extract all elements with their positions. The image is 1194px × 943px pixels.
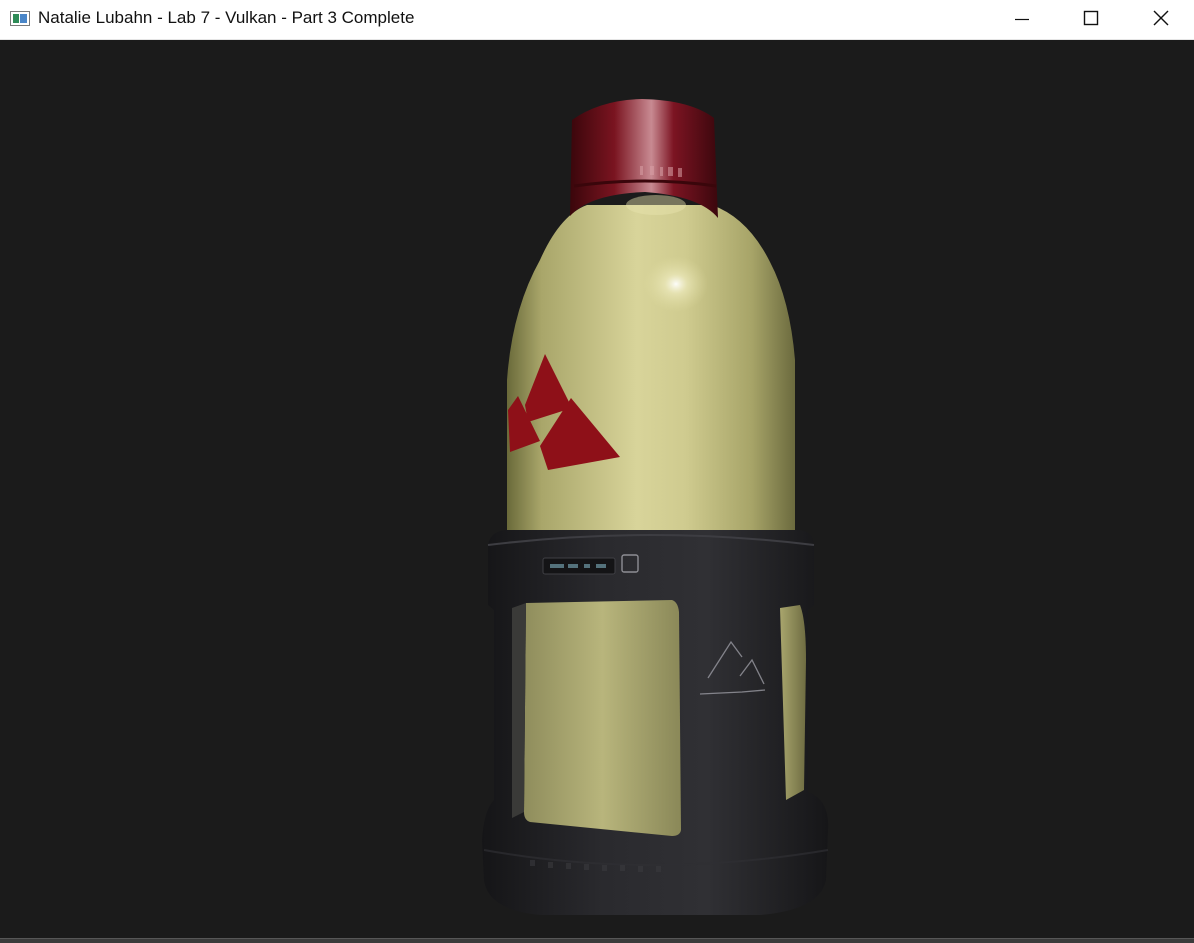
sleeve-window [524,600,681,836]
app-window: Natalie Lubahn - Lab 7 - Vulkan - Part 3… [0,0,1194,943]
bottom-edge [0,938,1194,943]
window-title: Natalie Lubahn - Lab 7 - Vulkan - Part 3… [38,8,415,27]
minimize-icon [1015,18,1029,21]
specular-highlight [644,256,708,312]
minimize-button[interactable] [986,0,1056,40]
maximize-button[interactable] [1056,0,1126,40]
render-viewport[interactable] [0,40,1194,943]
app-window-icon [10,11,30,26]
maximize-icon [1083,10,1099,26]
close-button[interactable] [1126,0,1194,40]
close-icon [1153,10,1169,26]
title-bar[interactable]: Natalie Lubahn - Lab 7 - Vulkan - Part 3… [0,0,1194,40]
bottle-render [482,99,829,915]
